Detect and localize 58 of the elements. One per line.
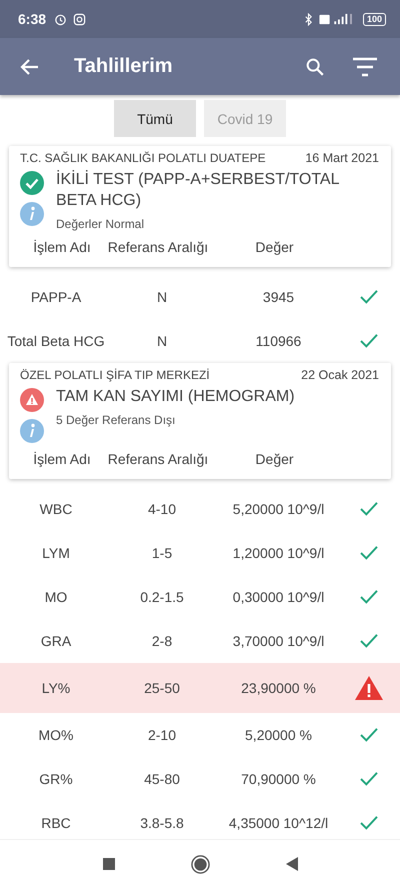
table-cell-text: MO% <box>38 727 74 743</box>
table-cell-text: LY% <box>40 680 72 696</box>
institution-name: ÖZEL POLATLI ŞİFA TIP MERKEZİ <box>20 368 210 382</box>
table-cell-text: 4,35000 10^12/l <box>228 815 330 831</box>
table-cell-text: 2-8 <box>150 633 174 649</box>
report-card[interactable]: ÖZEL POLATLI ŞİFA TIP MERKEZİ 22 Ocak 2021 TAM KAN SAYIMI (HEMOGRAM) 5 Değer Referans Dışı İşlem Adı Referans Aralığı Değer <box>9 363 391 479</box>
table-cell-text: 5,20000 % <box>244 727 313 743</box>
table-cell-text: 0,30000 10^9/l <box>232 589 326 605</box>
table-cell-text: 5,20000 10^9/l <box>232 501 326 517</box>
table-cell-text: 25-50 <box>143 680 181 696</box>
table-cell-text: PAPP-A <box>30 289 82 305</box>
column-header: Değer <box>254 239 295 255</box>
home-icon[interactable] <box>190 854 210 874</box>
column-header: Referans Aralığı <box>106 239 210 255</box>
table-cell-text: RBC <box>40 815 72 831</box>
bluetooth-icon <box>304 12 313 26</box>
search-icon[interactable] <box>304 56 326 78</box>
camera-icon <box>73 12 86 26</box>
table-cell-text: 0.2-1.5 <box>139 589 185 605</box>
clock: 6:38 <box>18 11 46 27</box>
column-header: Referans Aralığı <box>106 451 210 467</box>
table-cell-text: GRA <box>40 633 72 649</box>
test-title: TAM KAN SAYIMI (HEMOGRAM) <box>56 387 295 407</box>
test-summary: 5 Değer Referans Dışı <box>56 413 176 427</box>
table-cell-text: 3945 <box>262 289 296 305</box>
battery-level: 100 <box>362 12 386 26</box>
recents-icon[interactable] <box>102 858 114 870</box>
institution-name: T.C. SAĞLIK BAKANLIĞI POLATLI DUATEPE <box>20 151 266 165</box>
table-cell-text: N <box>156 333 168 349</box>
table-cell-text: N <box>156 289 168 305</box>
table-cell-text: 4-10 <box>146 501 178 517</box>
column-header: Değer <box>254 451 295 467</box>
table-cell-text: 23,90000 % <box>240 680 317 696</box>
table-cell-text: 110966 <box>254 333 302 349</box>
table-cell-text: GR% <box>38 771 74 787</box>
filter-tab[interactable]: Tümü <box>114 100 196 137</box>
table-cell-text: Total Beta HCG <box>6 333 106 349</box>
table-cell-text: 2-10 <box>146 727 178 743</box>
table-cell-text: 1,20000 10^9/l <box>232 545 326 561</box>
table-cell-text: 1-5 <box>150 545 174 561</box>
filter-icon[interactable] <box>352 56 378 76</box>
table-cell-text: 3,70000 10^9/l <box>232 633 326 649</box>
report-date: 16 Mart 2021 <box>305 151 379 165</box>
report-date: 22 Ocak 2021 <box>301 368 379 382</box>
table-cell-text: 3.8-5.8 <box>139 815 185 831</box>
table-cell-text: WBC <box>38 501 74 517</box>
back-icon[interactable] <box>286 857 298 871</box>
table-cell-text: LYM <box>41 545 71 561</box>
column-header: İşlem Adı <box>32 451 92 467</box>
test-summary: Değerler Normal <box>56 217 146 231</box>
table-cell-text: 45-80 <box>143 771 181 787</box>
test-title: İKİLİ TEST (PAPP-A+SERBEST/TOTAL BETA HCG) <box>56 169 340 211</box>
page-title: Tahlillerim <box>74 55 174 78</box>
report-card[interactable]: T.C. SAĞLIK BAKANLIĞI POLATLI DUATEPE 16 Mart 2021 İKİLİ TEST (PAPP-A+SERBEST/TOTAL BETA HCG) Değerler Normal İşlem Adı Referans Aralığı Değer <box>9 146 391 267</box>
column-header: İşlem Adı <box>32 239 92 255</box>
alarm-icon <box>54 12 68 26</box>
table-cell-text: MO <box>44 589 68 605</box>
table-cell-text: 70,90000 % <box>240 771 317 787</box>
